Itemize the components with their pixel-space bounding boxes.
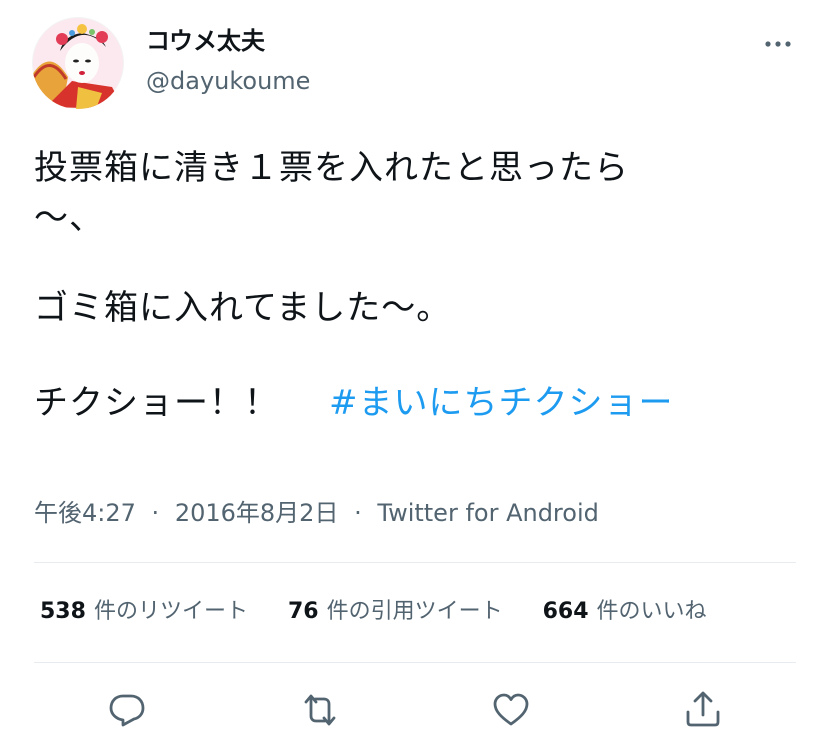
avatar[interactable] <box>32 17 124 109</box>
hashtag-link[interactable]: #まいにちチクショー <box>329 383 674 423</box>
like-label: 件のいいね <box>596 599 707 624</box>
tweet-source[interactable]: Twitter for Android <box>377 499 598 527</box>
tweet-line: ゴミ箱に入れてました〜。 <box>34 288 452 328</box>
display-name[interactable]: コウメ太夫 <box>146 26 265 56</box>
more-horizontal-icon <box>765 41 791 47</box>
share-button[interactable] <box>681 688 725 732</box>
tweet-line: 〜、 <box>34 198 104 238</box>
avatar-image <box>32 17 124 109</box>
likes-stat[interactable]: 664 件のいいね <box>543 597 707 627</box>
quote-count: 76 <box>287 599 319 624</box>
reply-button[interactable] <box>105 688 149 732</box>
retweet-count: 538 <box>40 599 86 624</box>
like-count: 664 <box>542 599 589 624</box>
retweets-stat[interactable]: 538 件のリツイート <box>40 597 248 627</box>
user-handle[interactable]: @dayukoume <box>146 66 310 96</box>
quote-label: 件の引用ツイート <box>326 599 503 624</box>
divider <box>34 662 796 663</box>
more-options-button[interactable] <box>756 30 800 58</box>
tweet-time[interactable]: 午後4:27 <box>34 499 136 527</box>
action-bar <box>0 688 828 732</box>
quotes-stat[interactable]: 76 件の引用ツイート <box>288 597 503 627</box>
meta-separator: · <box>151 499 160 527</box>
retweet-label: 件のリツイート <box>93 599 248 624</box>
tweet-date[interactable]: 2016年8月2日 <box>175 499 339 527</box>
tweet-line: 投票箱に清き１票を入れたと思ったら <box>34 148 629 188</box>
reply-icon <box>109 694 145 727</box>
divider <box>34 562 796 563</box>
tweet-meta: 午後4:27 · 2016年8月2日 · Twitter for Android <box>34 497 599 529</box>
like-button[interactable] <box>489 688 533 732</box>
share-icon <box>686 691 720 727</box>
heart-icon <box>493 693 529 726</box>
tweet-text: 投票箱に清き１票を入れたと思ったら 〜、 ゴミ箱に入れてました〜。 チクショー！… <box>34 143 794 428</box>
retweet-icon <box>304 694 336 726</box>
tweet-detail: コウメ太夫 @dayukoume 投票箱に清き１票を入れたと思ったら 〜、 ゴミ… <box>0 0 828 755</box>
tweet-stats: 538 件のリツイート 76 件の引用ツイート 664 件のいいね <box>40 597 707 627</box>
meta-separator: · <box>354 499 362 527</box>
retweet-button[interactable] <box>298 688 342 732</box>
tweet-line: チクショー！！ <box>34 383 279 423</box>
tweet-line-last: チクショー！！ #まいにちチクショー <box>34 378 794 428</box>
